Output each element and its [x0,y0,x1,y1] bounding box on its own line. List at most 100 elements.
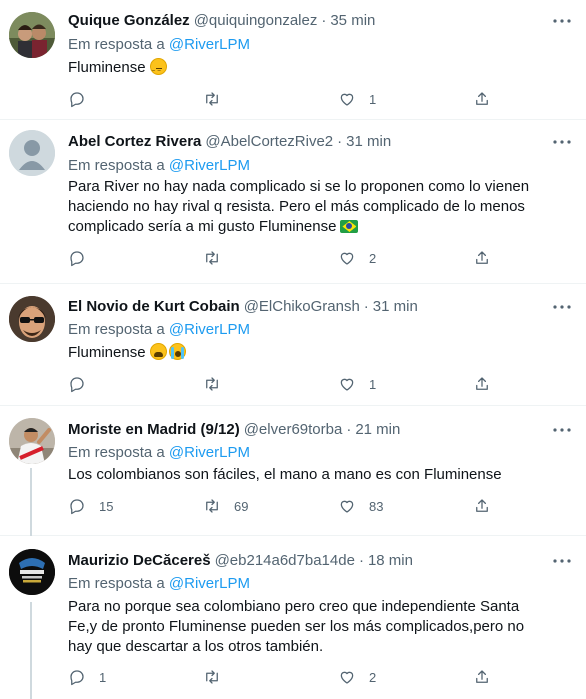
tweet-text-content: Para no porque sea colombiano pero creo … [68,598,525,655]
author-name[interactable]: Abel Cortez Rivera [68,133,201,150]
author-handle[interactable]: @eb214a6d7ba14de [215,552,355,569]
tweet[interactable]: Quique González @quiquingonzalez · 35 mi… [0,0,586,120]
retweet-icon [206,251,218,265]
like-count: 2 [369,669,377,685]
separator-dot: · [363,297,369,315]
tweet-text: Para River no hay nada complicado si se … [68,177,538,237]
like-button[interactable]: 1 [338,89,376,109]
avatar[interactable] [9,130,55,176]
share-button[interactable] [473,667,491,687]
retweet-icon [206,377,218,391]
share-button[interactable] [473,374,491,394]
share-icon [476,670,488,683]
reply-to-link[interactable]: @RiverLPM [169,321,250,338]
action-bar: 1 [68,89,498,109]
like-button[interactable]: 1 [338,374,376,394]
retweet-button[interactable] [203,374,234,394]
reply-to-link[interactable]: @RiverLPM [169,36,250,53]
retweet-icon [206,499,218,513]
reply-to-link[interactable]: @RiverLPM [169,444,250,461]
reply-icon [70,377,84,393]
like-count: 83 [369,498,384,514]
like-count: 2 [369,250,377,266]
more-icon[interactable] [552,551,572,571]
tweet-text: Para no porque sea colombiano pero creo … [68,597,538,657]
avatar[interactable] [9,12,55,58]
reply-button[interactable] [68,89,99,109]
loudly-crying-face-emoji [168,343,186,360]
tweet-text-content: Para River no hay nada complicado si se … [68,178,530,235]
reply-prefix: Em resposta a [68,157,165,174]
like-button[interactable]: 83 [338,496,383,516]
avatar[interactable] [9,418,55,464]
author-handle[interactable]: @ElChikoGransh [244,298,360,315]
retweet-icon [206,670,218,684]
author-handle[interactable]: @AbelCortezRive2 [205,133,333,150]
reply-button[interactable] [68,248,99,268]
separator-dot: · [321,11,327,29]
tweet[interactable]: El Novio de Kurt Cobain @ElChikoGransh ·… [0,284,586,406]
author-name[interactable]: Maurizio DeCăcereš [68,552,211,569]
share-button[interactable] [473,248,491,268]
reply-icon [70,499,84,515]
retweet-button[interactable] [203,89,234,109]
author-name[interactable]: Moriste en Madrid (9/12) [68,421,240,438]
retweet-count: 69 [234,498,249,514]
more-icon[interactable] [552,11,572,31]
more-icon[interactable] [552,132,572,152]
separator-dot: · [358,551,364,569]
heart-icon [340,500,354,513]
retweet-button[interactable] [203,667,234,687]
reply-prefix: Em resposta a [68,36,165,53]
timestamp[interactable]: 31 min [373,298,418,315]
action-bar: 1 2 [68,667,498,687]
reply-context: Em resposta a @RiverLPM [68,444,250,461]
reply-context: Em resposta a @RiverLPM [68,157,250,174]
reply-button[interactable]: 1 [68,667,106,687]
timestamp[interactable]: 21 min [355,421,400,438]
reply-to-link[interactable]: @RiverLPM [169,575,250,592]
share-button[interactable] [473,496,491,516]
heart-icon [340,93,354,106]
like-count: 1 [369,376,377,392]
tweet[interactable]: Moriste en Madrid (9/12) @elver69torba ·… [0,406,586,536]
author-handle[interactable]: @quiquingonzalez [194,12,318,29]
brazil-flag-emoji [340,220,359,233]
tweet[interactable]: Maurizio DeCăcereš @eb214a6d7ba14de · 18… [0,536,586,699]
timestamp[interactable]: 35 min [330,12,375,29]
reply-icon [70,670,84,686]
tweet-text-content: Fluminense [68,344,146,361]
timestamp[interactable]: 31 min [346,133,391,150]
avatar[interactable] [9,549,55,595]
share-button[interactable] [473,89,491,109]
reply-button[interactable] [68,374,99,394]
reply-context: Em resposta a @RiverLPM [68,575,250,592]
more-icon[interactable] [552,297,572,317]
author-name[interactable]: El Novio de Kurt Cobain [68,298,240,315]
author-handle[interactable]: @elver69torba [244,421,343,438]
thread-connector [30,602,32,699]
separator-dot: · [346,420,352,438]
reply-prefix: Em resposta a [68,321,165,338]
author-name[interactable]: Quique González [68,12,190,29]
pensive-face-emoji [149,58,167,81]
reply-context: Em resposta a @RiverLPM [68,36,250,53]
action-bar: 2 [68,248,498,268]
tired-face-emoji [149,343,167,360]
more-icon[interactable] [552,420,572,440]
like-button[interactable]: 2 [338,667,376,687]
timestamp[interactable]: 18 min [368,552,413,569]
reply-button[interactable]: 15 [68,496,113,516]
tweet[interactable]: Abel Cortez Rivera @AbelCortezRive2 · 31… [0,120,586,284]
avatar[interactable] [9,296,55,342]
share-icon [476,377,488,390]
retweet-button[interactable]: 69 [203,496,248,516]
retweet-button[interactable] [203,248,234,268]
reply-to-link[interactable]: @RiverLPM [169,157,250,174]
action-bar: 15 69 83 [68,496,498,516]
like-button[interactable]: 2 [338,248,376,268]
reply-prefix: Em resposta a [68,575,165,592]
heart-icon [340,378,354,391]
tweet-header: Quique González @quiquingonzalez · 35 mi… [68,10,375,30]
tweet-header: Moriste en Madrid (9/12) @elver69torba ·… [68,419,400,439]
